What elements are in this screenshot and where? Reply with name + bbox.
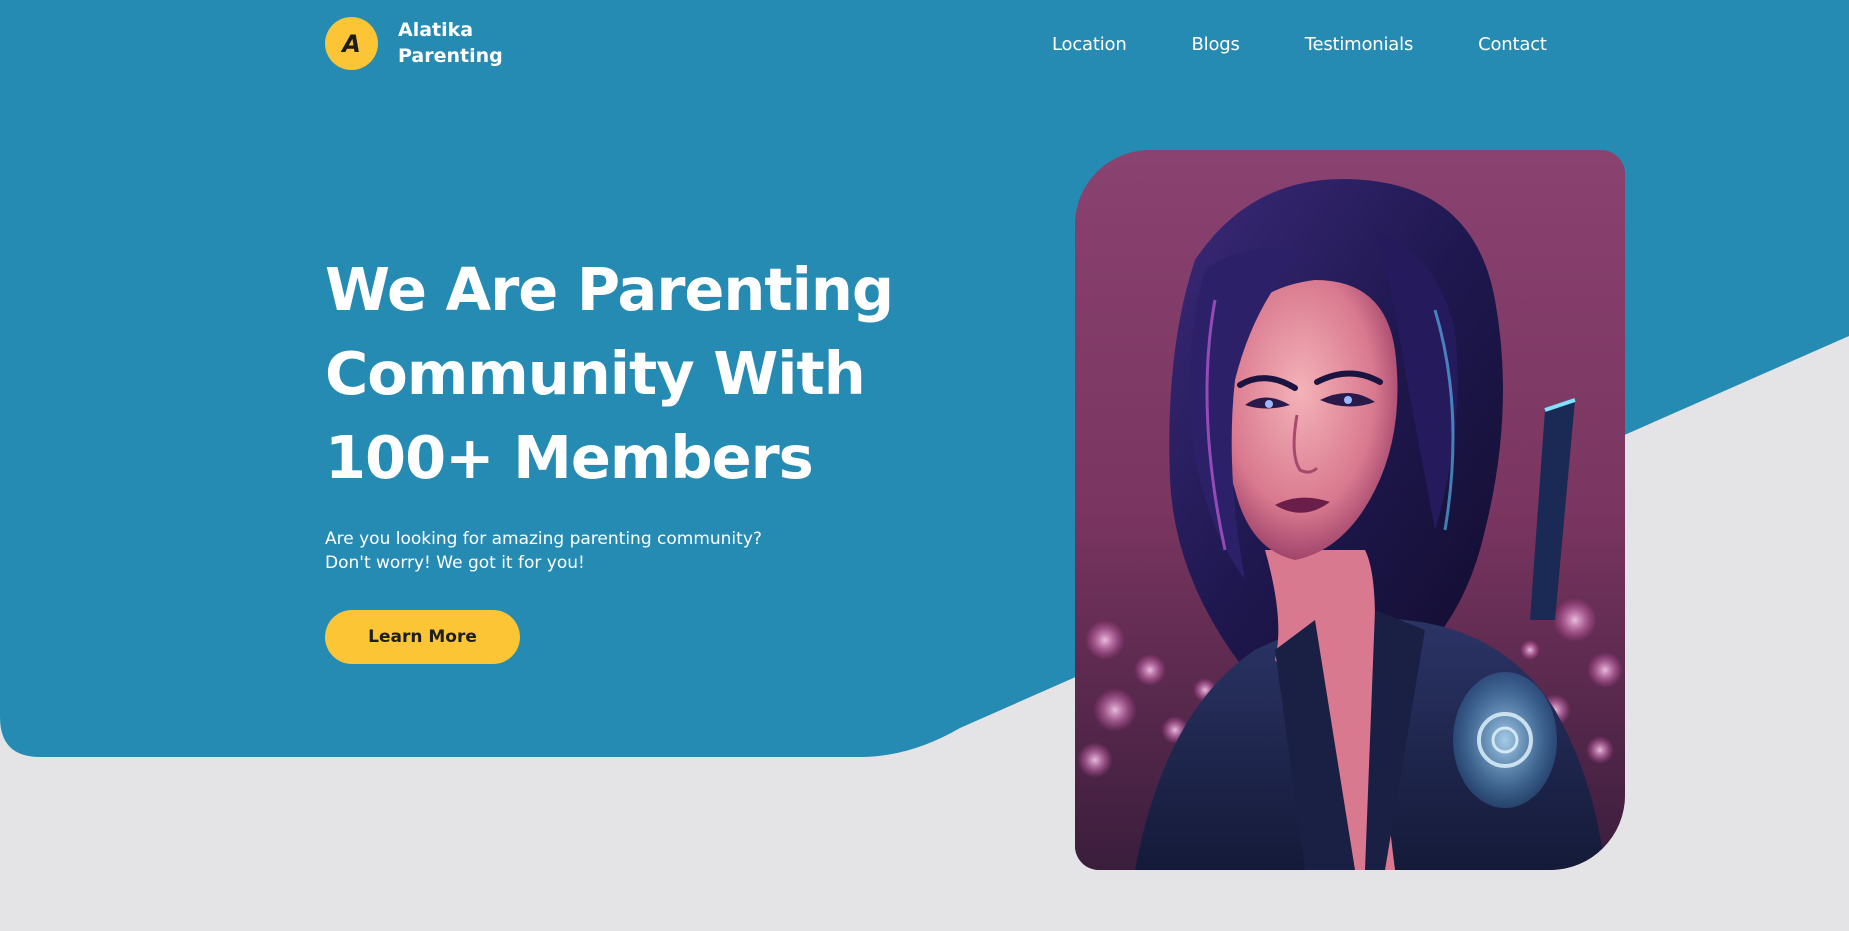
subtext-line-2: Don't worry! We got it for you! <box>325 553 585 573</box>
nav-blogs-link[interactable]: Blogs <box>1192 34 1240 55</box>
headline-line-3: 100+ Members <box>325 423 814 492</box>
brand-name-line1: Alatika <box>398 19 474 41</box>
nav-location-link[interactable]: Location <box>1052 34 1127 55</box>
headline-line-1: We Are Parenting <box>325 255 894 324</box>
learn-more-button[interactable]: Learn More <box>325 610 520 664</box>
brand-name[interactable]: Alatika Parenting <box>398 17 538 69</box>
hero-subtext: Are you looking for amazing parenting co… <box>325 527 845 575</box>
brand-logo[interactable]: A <box>325 17 378 70</box>
nav-testimonials-link[interactable]: Testimonials <box>1305 34 1414 55</box>
main-nav: Location Blogs Testimonials Contact <box>1052 32 1547 56</box>
headline-line-2: Community With <box>325 339 866 408</box>
hero-portrait-image <box>1075 150 1625 870</box>
subtext-line-1: Are you looking for amazing parenting co… <box>325 529 762 549</box>
portrait-illustration <box>1075 150 1625 870</box>
brand-name-line2: Parenting <box>398 45 503 67</box>
hero-headline: We Are Parenting Community With 100+ Mem… <box>325 248 925 500</box>
nav-contact-link[interactable]: Contact <box>1478 34 1547 55</box>
